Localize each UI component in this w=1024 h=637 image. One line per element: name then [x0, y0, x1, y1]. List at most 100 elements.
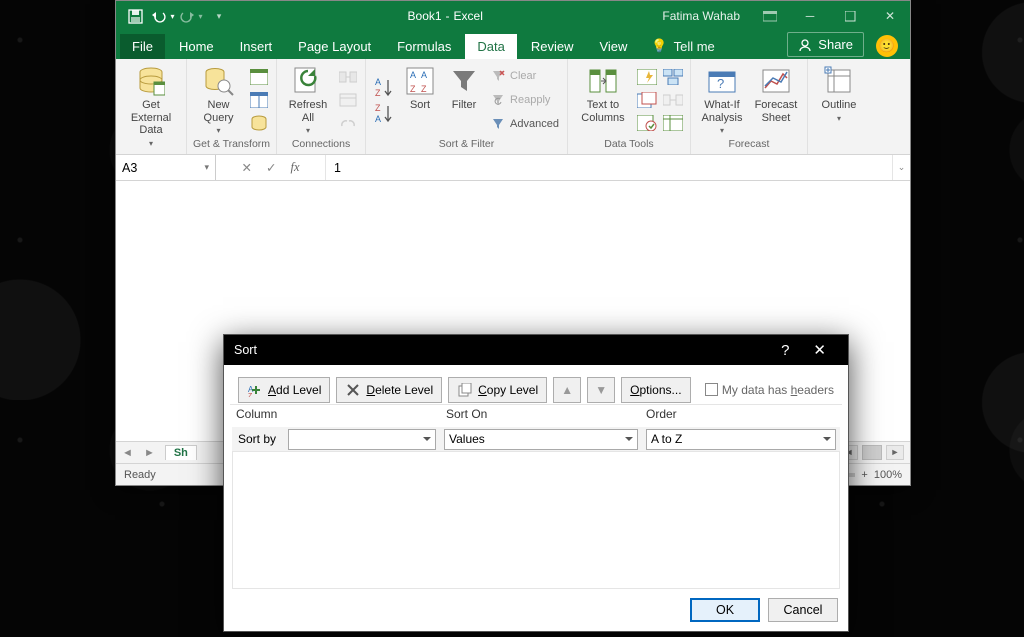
enter-formula-icon[interactable]: ✓ [266, 160, 276, 175]
tab-review[interactable]: Review [519, 34, 586, 59]
user-name[interactable]: Fatima Wahab [652, 9, 750, 23]
advanced-button[interactable]: Advanced [488, 113, 561, 135]
delete-icon [345, 382, 361, 398]
dialog-body [232, 451, 840, 589]
reapply-icon [490, 92, 506, 108]
sort-order-combo[interactable]: A to Z [646, 429, 836, 450]
dialog-title-bar[interactable]: Sort ? ✕ [224, 335, 848, 365]
text-to-columns-icon [587, 65, 619, 97]
tab-file[interactable]: File [120, 34, 165, 59]
consolidate-icon[interactable] [662, 67, 684, 87]
options-button[interactable]: Options... [621, 377, 690, 403]
tell-me[interactable]: 💡 Tell me [641, 33, 724, 59]
connections-icon[interactable] [337, 67, 359, 87]
refresh-all-button[interactable]: Refresh All ▾ [283, 61, 333, 135]
ribbon: Get External Data ▾ New Query ▾ Get [116, 59, 910, 155]
group-connections: Connections [292, 137, 350, 152]
svg-text:Z: Z [421, 84, 427, 94]
save-icon[interactable] [122, 3, 148, 29]
flash-fill-icon[interactable] [636, 67, 658, 87]
close-icon[interactable]: ✕ [801, 341, 838, 359]
document-title: Book1 [408, 9, 442, 23]
cancel-button[interactable]: Cancel [768, 598, 838, 622]
clear-icon [490, 68, 506, 84]
copy-level-button[interactable]: Copy Level [448, 377, 547, 403]
ribbon-tabs: File Home Insert Page Layout Formulas Da… [116, 31, 910, 59]
properties-icon[interactable] [337, 90, 359, 110]
clear-filter-button[interactable]: Clear [488, 65, 561, 87]
help-icon[interactable]: ? [769, 342, 801, 359]
sort-za-icon[interactable]: ZA [372, 101, 396, 125]
sort-level-row: Sort by Values A to Z [232, 427, 840, 451]
group-forecast: Forecast [729, 137, 770, 152]
qat-customize-icon[interactable]: ▾ [206, 3, 232, 29]
relationships-icon[interactable] [662, 90, 684, 110]
move-up-button[interactable]: ▲ [553, 377, 581, 403]
tab-home[interactable]: Home [167, 34, 226, 59]
sort-column-combo[interactable] [288, 429, 436, 450]
cancel-formula-icon[interactable]: ✕ [242, 160, 252, 175]
filter-button[interactable]: Filter [444, 61, 484, 112]
app-title: Excel [454, 9, 483, 23]
add-level-button[interactable]: AZ Add Level [238, 377, 330, 403]
database-icon [135, 65, 167, 97]
expand-formula-bar-icon[interactable]: ⌄ [892, 155, 910, 180]
forecast-icon [760, 65, 792, 97]
show-queries-icon[interactable] [248, 67, 270, 87]
delete-level-button[interactable]: Delete Level [336, 377, 442, 403]
what-if-button[interactable]: ? What-If Analysis ▾ [697, 61, 747, 135]
group-sort-filter: Sort & Filter [439, 137, 494, 152]
edit-links-icon[interactable] [337, 113, 359, 133]
tab-insert[interactable]: Insert [228, 34, 285, 59]
fx-icon[interactable]: fx [290, 160, 299, 175]
tab-data[interactable]: Data [465, 34, 516, 59]
dialog-title: Sort [234, 343, 257, 357]
tab-formulas[interactable]: Formulas [385, 34, 463, 59]
sort-dialog: Sort ? ✕ AZ Add Level Delete Level Copy … [223, 334, 849, 632]
tab-page-layout[interactable]: Page Layout [286, 34, 383, 59]
reapply-button[interactable]: Reapply [488, 89, 561, 111]
column-header: Column [232, 407, 442, 427]
order-header: Order [642, 407, 840, 427]
group-get-transform: Get & Transform [193, 137, 270, 152]
advanced-icon [490, 116, 506, 132]
forecast-sheet-button[interactable]: Forecast Sheet [751, 61, 801, 124]
outline-icon [823, 65, 855, 97]
formula-input[interactable]: 1 [326, 155, 892, 180]
recent-sources-icon[interactable] [248, 113, 270, 133]
sheet-tab[interactable]: Sh [165, 445, 197, 460]
add-level-icon: AZ [247, 382, 263, 398]
sheet-nav[interactable]: ◄ ► [122, 447, 159, 459]
sort-az-icon[interactable]: AZ [372, 75, 396, 99]
feedback-icon[interactable]: 🙂 [876, 35, 898, 57]
new-query-button[interactable]: New Query ▾ [194, 61, 244, 135]
formula-bar: A3 ✕ ✓ fx 1 ⌄ [116, 155, 910, 181]
sort-on-combo[interactable]: Values [444, 429, 638, 450]
maximize-icon[interactable] [830, 1, 870, 31]
svg-text:A: A [375, 114, 381, 124]
manage-data-model-icon[interactable] [662, 113, 684, 133]
sort-button[interactable]: AZAZ Sort [400, 61, 440, 112]
from-table-icon[interactable] [248, 90, 270, 110]
copy-icon [457, 382, 473, 398]
undo-icon[interactable]: ▾ [150, 3, 176, 29]
tab-view[interactable]: View [587, 34, 639, 59]
ok-button[interactable]: OK [690, 598, 760, 622]
outline-button[interactable]: Outline ▾ [814, 61, 864, 123]
text-to-columns-button[interactable]: Text to Columns [574, 61, 632, 124]
redo-icon[interactable]: ▾ [178, 3, 204, 29]
data-validation-icon[interactable] [636, 113, 658, 133]
svg-text:?: ? [717, 76, 724, 91]
sort-by-label: Sort by [232, 432, 288, 446]
minimize-icon[interactable]: ─ [790, 1, 830, 31]
share-button[interactable]: Share [787, 32, 864, 57]
close-icon[interactable]: ✕ [870, 1, 910, 31]
refresh-icon [292, 65, 324, 97]
remove-duplicates-icon[interactable] [636, 90, 658, 110]
name-box[interactable]: A3 [116, 155, 216, 180]
get-external-data-button[interactable]: Get External Data ▾ [122, 61, 180, 148]
what-if-icon: ? [706, 65, 738, 97]
ribbon-display-icon[interactable] [750, 1, 790, 31]
headers-checkbox[interactable]: My data has headers [705, 383, 834, 397]
move-down-button[interactable]: ▼ [587, 377, 615, 403]
